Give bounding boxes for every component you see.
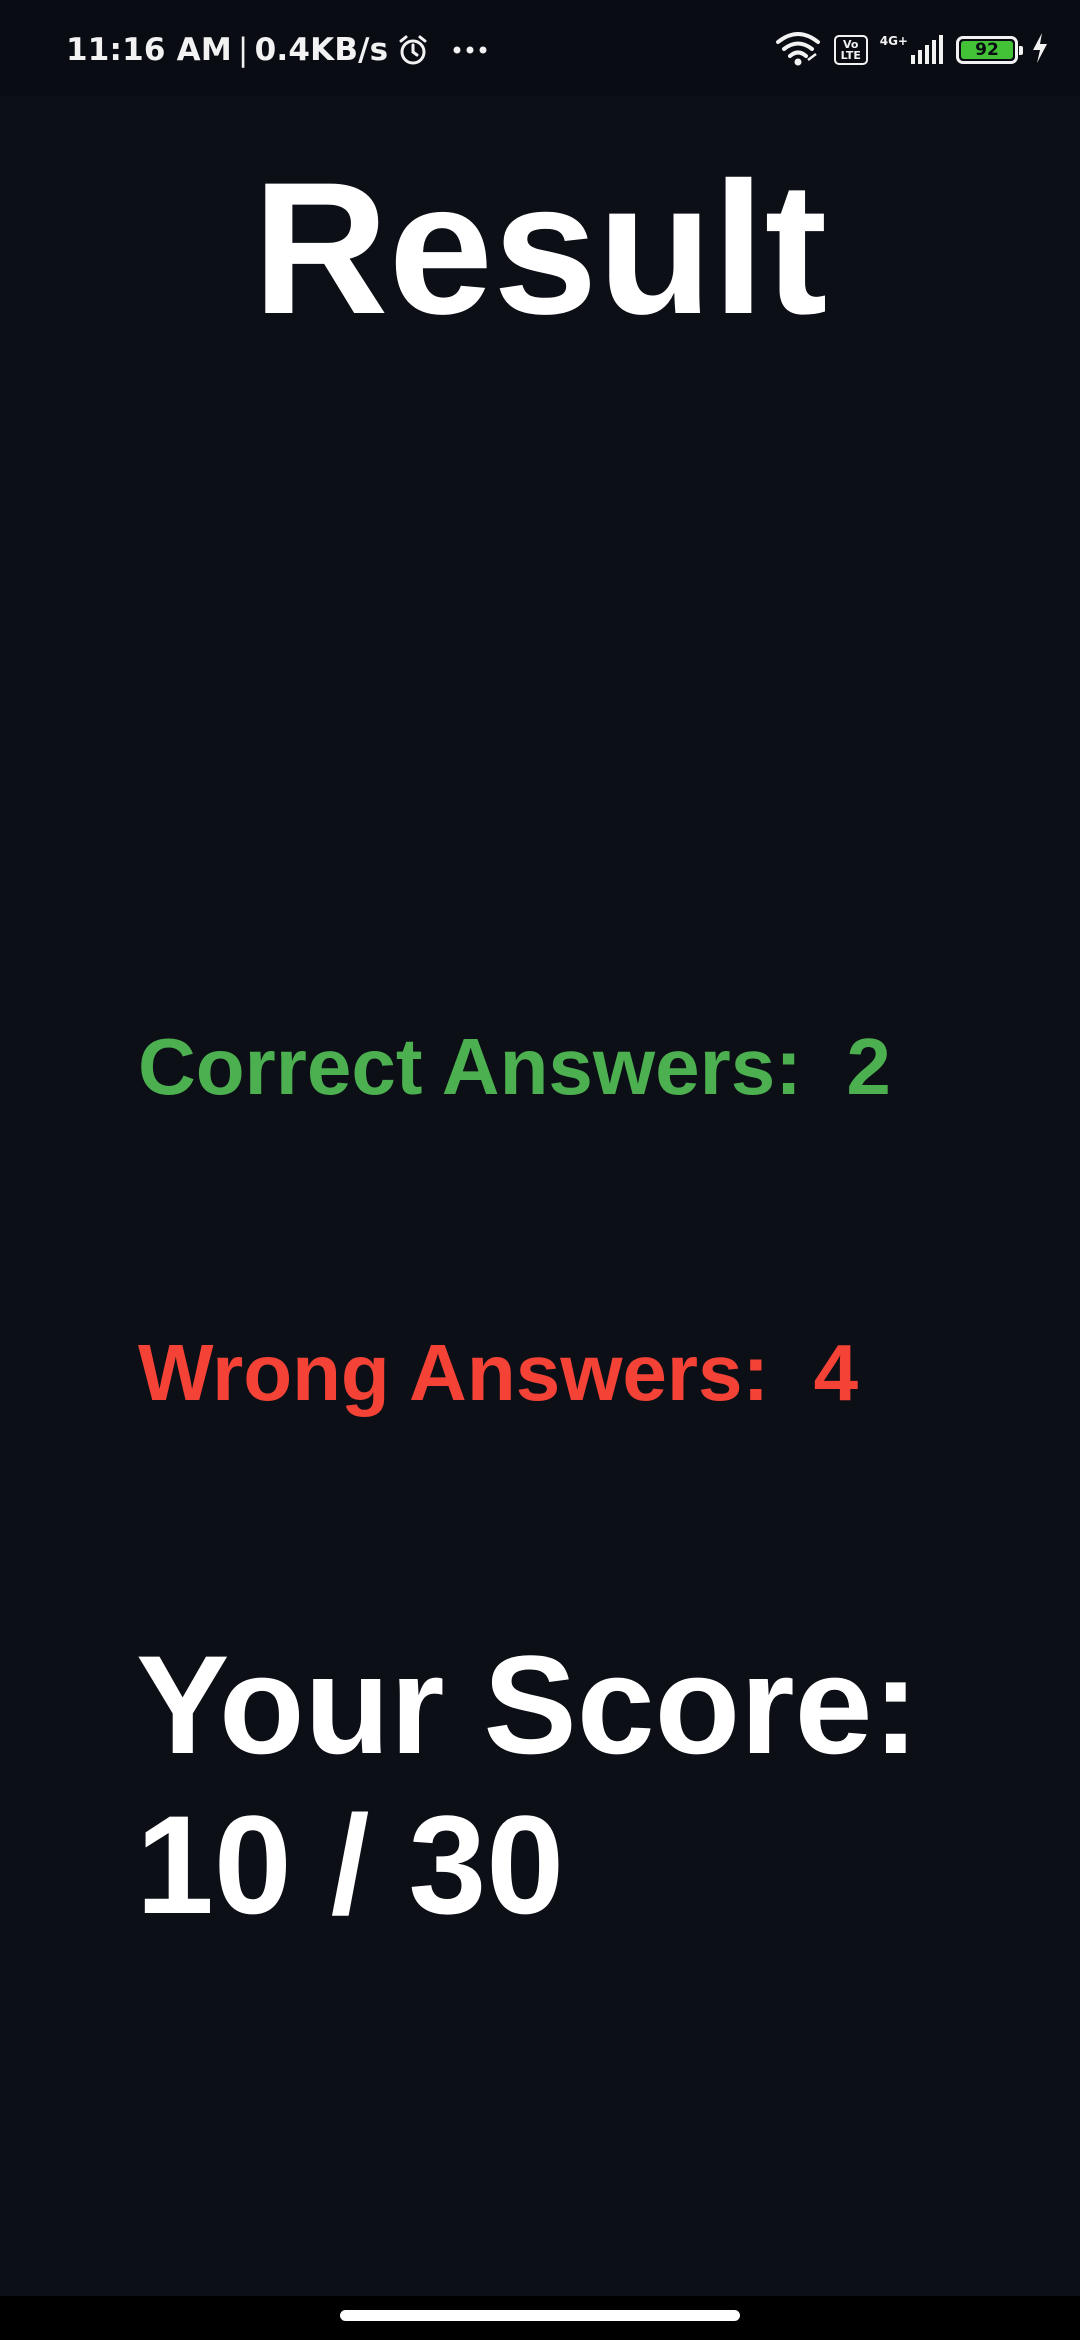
- network-type: 4G+: [879, 34, 908, 48]
- wifi-icon: [774, 30, 822, 71]
- score-label: Your Score:: [136, 1626, 920, 1783]
- more-dots-icon: [452, 45, 488, 55]
- status-separator: |: [237, 32, 249, 68]
- battery-level: 92: [961, 40, 1013, 60]
- status-right: Vo LTE 4G+ 92: [774, 28, 1050, 72]
- signal-icon: 4G+: [880, 35, 944, 65]
- alarm-icon: [396, 33, 430, 67]
- volte-bottom-label: LTE: [840, 49, 861, 62]
- status-left: 11:16 AM | 0.4KB/s: [66, 28, 488, 72]
- page-title: Result: [252, 143, 828, 353]
- network-speed: 0.4KB/s: [254, 32, 389, 68]
- battery-icon: 92: [956, 36, 1023, 64]
- correct-answers-text: Correct Answers: 2: [138, 1022, 891, 1111]
- status-bar: 11:16 AM | 0.4KB/s Vo LTE 4G+ 92: [0, 0, 1080, 96]
- status-time: 11:16 AM: [66, 32, 232, 68]
- score-value: 10 / 30: [136, 1786, 565, 1943]
- wrong-answers-text: Wrong Answers: 4: [138, 1328, 859, 1417]
- home-indicator[interactable]: [340, 2310, 740, 2321]
- charging-icon: [1030, 32, 1050, 69]
- result-screen: 11:16 AM | 0.4KB/s Vo LTE 4G+ 92 Result …: [0, 0, 1080, 2340]
- volte-icon: Vo LTE: [833, 35, 868, 65]
